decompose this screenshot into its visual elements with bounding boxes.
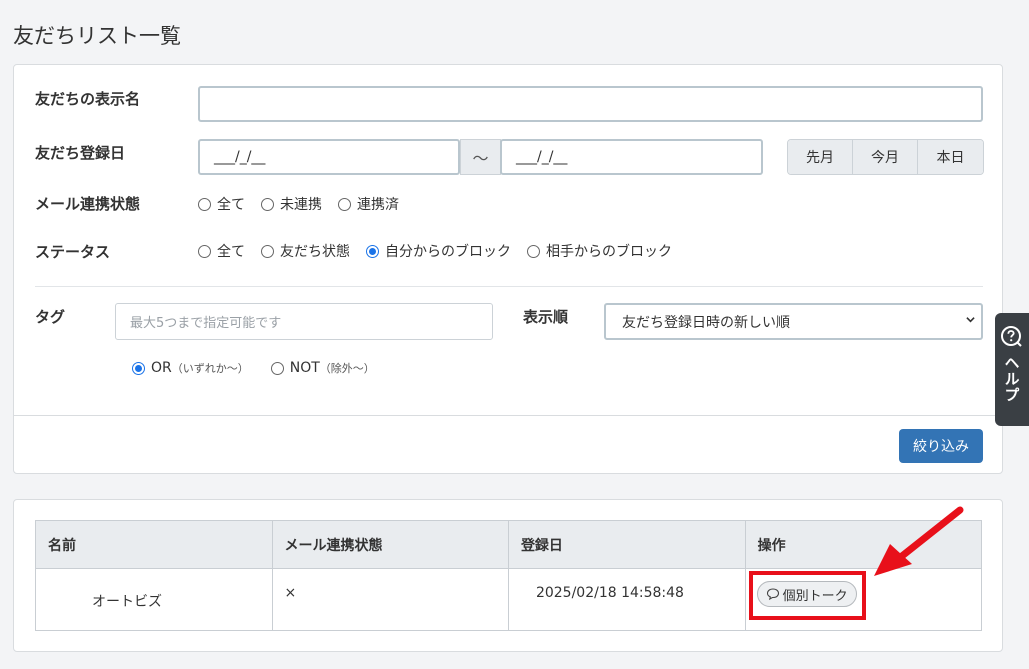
- sort-label: 表示順: [523, 308, 569, 326]
- table-header-row: 名前 メール連携状態 登録日 操作: [35, 520, 983, 569]
- status-radios: 全て 友だち状態 自分からのブロック 相手からのブロック: [198, 241, 688, 261]
- register-date-label: 友だち登録日: [35, 144, 126, 162]
- radio-icon: [527, 244, 540, 258]
- mail-status-linked[interactable]: 連携済: [338, 194, 399, 214]
- chevron-down-icon: [966, 317, 975, 323]
- filter-submit-button[interactable]: 絞り込み: [899, 429, 983, 463]
- display-name-label: 友だちの表示名: [35, 90, 141, 108]
- cell-registered: 2025/02/18 14:58:48: [507, 568, 746, 631]
- header-name: 名前: [35, 520, 273, 569]
- radio-icon: [261, 197, 274, 211]
- divider: [35, 286, 983, 287]
- tag-mode-not[interactable]: NOT （除外～）: [270, 360, 375, 376]
- radio-icon: [261, 244, 274, 258]
- status-label: ステータス: [35, 243, 111, 261]
- this-month-button[interactable]: 今月: [853, 140, 918, 174]
- page-title: 友だちリスト一覧: [13, 24, 181, 48]
- cell-name: オートビズ: [35, 568, 273, 631]
- mail-status-radios: 全て 未連携 連携済: [198, 194, 415, 214]
- radio-selected-icon: [132, 361, 145, 375]
- date-shortcut-group: 先月 今月 本日: [787, 139, 984, 175]
- mail-status-unlinked[interactable]: 未連携: [261, 194, 322, 214]
- status-blocked-by-other[interactable]: 相手からのブロック: [527, 241, 672, 261]
- highlight-box: [748, 571, 866, 620]
- pointer-arrow-icon: [874, 506, 964, 576]
- question-icon: [1001, 326, 1022, 347]
- last-month-button[interactable]: 先月: [788, 140, 853, 174]
- date-range-separator: ～: [460, 139, 501, 175]
- radio-icon: [338, 197, 351, 211]
- tag-input[interactable]: 最大5つまで指定可能です: [115, 303, 493, 340]
- tag-placeholder: 最大5つまで指定可能です: [130, 316, 282, 331]
- header-mail-status: メール連携状態: [271, 520, 509, 569]
- table-row: オートビズ × 2025/02/18 14:58:48 個別トーク: [35, 568, 983, 631]
- status-all[interactable]: 全て: [198, 241, 245, 261]
- help-label: ヘルプ: [1002, 355, 1021, 403]
- tag-mode-or[interactable]: OR （いずれか～）: [132, 360, 249, 376]
- mail-status-all[interactable]: 全て: [198, 194, 245, 214]
- radio-icon: [270, 361, 284, 375]
- friends-table-panel: 名前 メール連携状態 登録日 操作 オートビズ × 2025/02/18 14:…: [13, 499, 1003, 652]
- radio-icon: [198, 244, 211, 258]
- cell-mail-status: ×: [271, 568, 509, 631]
- filter-panel: 友だちの表示名 友だち登録日 ___/_/__ ～ ___/_/__ 先月 今月…: [13, 64, 1003, 474]
- today-button[interactable]: 本日: [918, 140, 983, 174]
- date-from-input[interactable]: ___/_/__: [198, 139, 460, 175]
- radio-icon: [198, 197, 211, 211]
- help-tab[interactable]: ヘルプ: [995, 313, 1029, 426]
- tag-label: タグ: [35, 308, 66, 326]
- header-registered: 登録日: [507, 520, 746, 569]
- radio-selected-icon: [366, 244, 379, 258]
- mail-status-label: メール連携状態: [35, 195, 141, 213]
- friends-table: 名前 メール連携状態 登録日 操作 オートビズ × 2025/02/18 14:…: [35, 520, 983, 631]
- status-blocked-by-self[interactable]: 自分からのブロック: [366, 241, 511, 261]
- date-to-input[interactable]: ___/_/__: [500, 139, 763, 175]
- sort-select[interactable]: 友だち登録日時の新しい順: [604, 303, 983, 340]
- display-name-input[interactable]: [198, 86, 983, 122]
- footer-divider: [14, 415, 1002, 416]
- tag-mode-radios: OR （いずれか～） NOT （除外～）: [132, 360, 391, 376]
- status-friend[interactable]: 友だち状態: [261, 241, 350, 261]
